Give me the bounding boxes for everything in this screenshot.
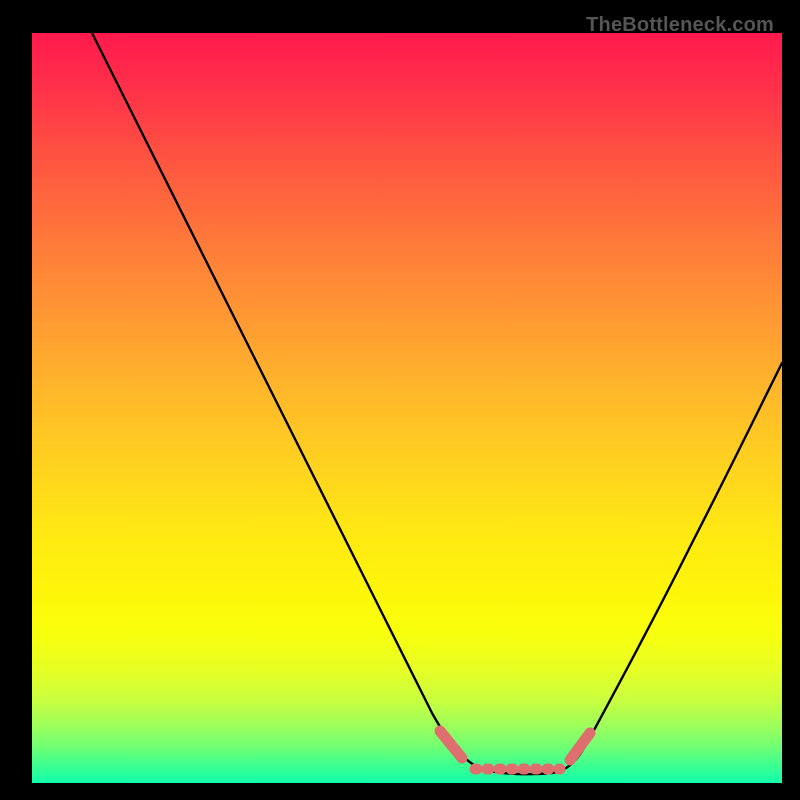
- plot-area: [32, 33, 782, 783]
- floor-markers: [440, 731, 590, 769]
- main-curve: [92, 33, 782, 774]
- chart-frame: TheBottleneck.com: [8, 8, 792, 792]
- watermark-text: TheBottleneck.com: [586, 14, 774, 37]
- chart-svg: [32, 33, 782, 783]
